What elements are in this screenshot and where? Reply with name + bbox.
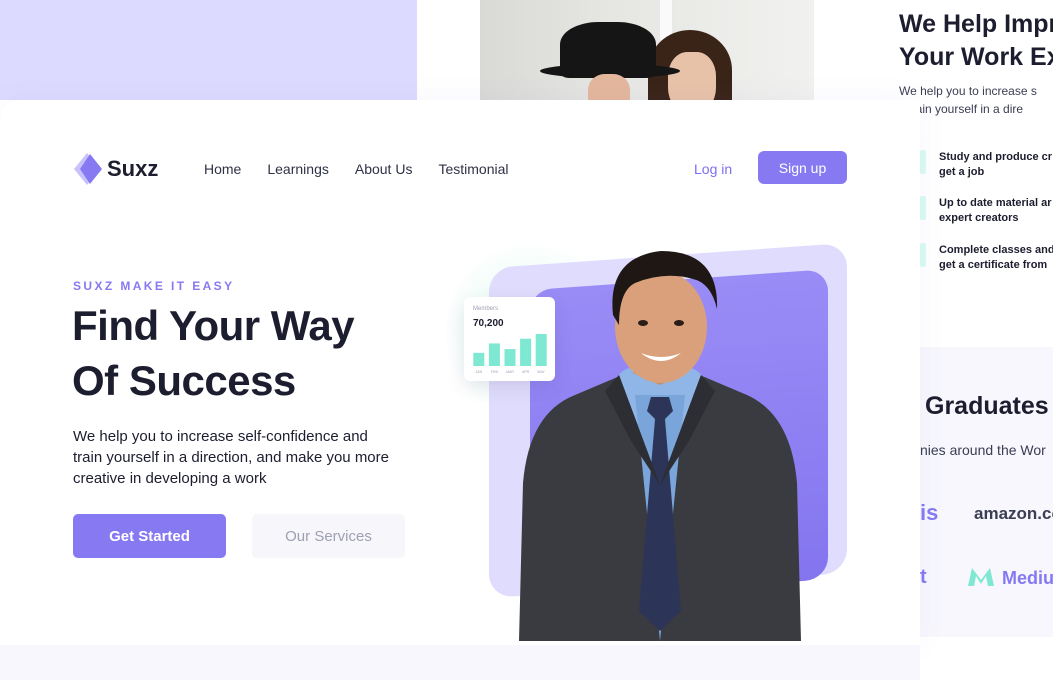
- hero-person-image: [519, 251, 801, 641]
- chart-tick-label: FEB: [491, 370, 498, 374]
- chart-tick-label: MAY: [538, 370, 546, 374]
- nav-item-about-us[interactable]: About Us: [355, 161, 413, 177]
- nav-item-learnings[interactable]: Learnings: [267, 161, 329, 177]
- right-page-title: We Help Impr Your Work Exp: [899, 10, 1053, 71]
- signup-button[interactable]: Sign up: [758, 151, 847, 184]
- brand-name: Suxz: [107, 156, 159, 181]
- nav-item-testimonial[interactable]: Testimonial: [438, 161, 508, 177]
- chart-tick-label: JAN: [475, 370, 482, 374]
- hero-headline: Find Your Way Of Success: [72, 302, 355, 404]
- login-link[interactable]: Log in: [694, 161, 732, 177]
- graduates-panel: [920, 347, 1053, 637]
- hero-eyebrow: SUXZ MAKE IT EASY: [73, 279, 235, 293]
- our-services-button[interactable]: Our Services: [252, 514, 405, 558]
- medium-logo-icon: [968, 566, 994, 593]
- chart-bar: [488, 343, 500, 366]
- partner-logo: is: [920, 500, 939, 525]
- brand-logo[interactable]: Suxz: [74, 153, 158, 185]
- stats-value: 70,200: [473, 318, 504, 329]
- members-stats-card: Members 70,200 JAN FEB MAR APR MAY: [464, 297, 555, 381]
- feature-text: Complete classes and get a certificate f…: [939, 244, 1053, 271]
- chart-bar: [504, 349, 516, 366]
- feature-text: Up to date material ar expert creators: [939, 197, 1052, 224]
- feature-marker-icon: [920, 150, 926, 174]
- chart-tick-label: APR: [522, 370, 530, 374]
- next-section-strip: [0, 645, 920, 680]
- chart-bar: [535, 334, 547, 366]
- graduates-title: Graduates: [925, 392, 1049, 420]
- partner-logo-amazon: amazon.co: [974, 504, 1053, 523]
- nav-item-home[interactable]: Home: [204, 161, 241, 177]
- members-bar-chart: JAN FEB MAR APR MAY: [473, 334, 547, 374]
- chart-tick-label: MAR: [506, 370, 514, 374]
- right-page-description: We help you to increase s ’t train yours…: [899, 84, 1037, 116]
- background-photo-women: [480, 0, 814, 100]
- chart-bar: [520, 338, 532, 366]
- background-panel-lavender: [0, 0, 417, 100]
- main-nav: Home Learnings About Us Testimonial: [204, 161, 534, 177]
- feature-marker-icon: [920, 243, 926, 267]
- hero-description: We help you to increase self-confidence …: [73, 428, 389, 487]
- partner-logo: t: [920, 566, 927, 588]
- diamond-logo-icon: [74, 153, 106, 185]
- get-started-button[interactable]: Get Started: [73, 514, 226, 558]
- feature-marker-icon: [920, 196, 926, 220]
- partner-logo-medium: Mediu: [1002, 568, 1053, 588]
- graduates-subtitle: nies around the Wor: [920, 442, 1046, 458]
- stats-label: Members: [473, 306, 499, 312]
- feature-text: Study and produce cr get a job: [939, 151, 1053, 178]
- chart-bar: [473, 352, 485, 366]
